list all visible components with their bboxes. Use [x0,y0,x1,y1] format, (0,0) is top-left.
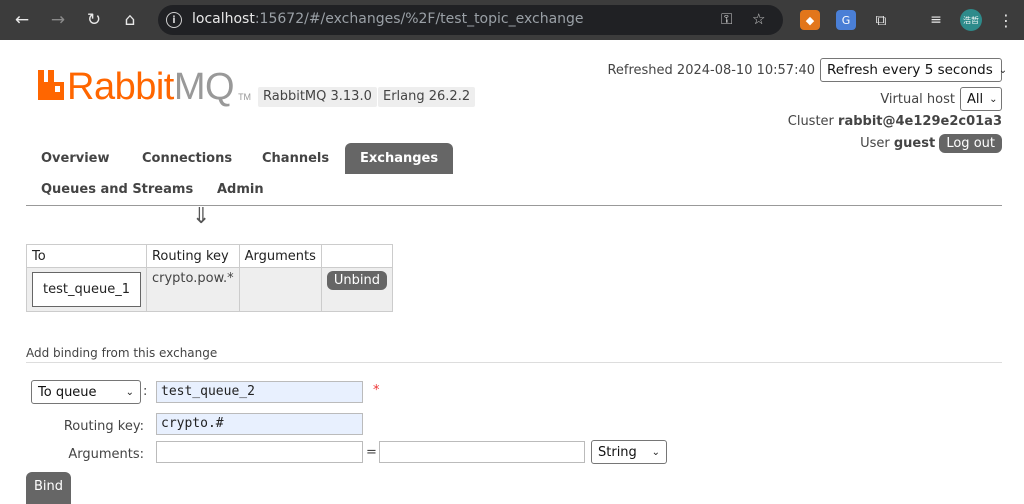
refresh-row: Refreshed 2024-08-10 10:57:40 Refresh ev… [607,58,1007,82]
address-bar[interactable]: i localhost:15672/#/exchanges/%2F/test_t… [158,5,783,35]
table-header-row: To Routing key Arguments [26,244,394,268]
reading-list-icon[interactable]: ≡ [926,10,946,30]
bindings-down-arrow-icon: ⇓ [192,204,211,229]
argument-type-select[interactable]: String ⌄ [591,440,667,464]
virtual-host-label: Virtual host [880,91,955,107]
logo-trademark: TM [238,92,252,102]
unbind-button[interactable]: Unbind [326,271,388,290]
tab-channels[interactable]: Channels [262,151,329,166]
password-key-icon[interactable]: ⚿ [721,10,732,28]
rabbitmq-version-badge: RabbitMQ 3.13.0 [258,87,377,107]
column-header-actions [320,244,394,268]
vhost-row: Virtual host All ⌄ [880,87,1002,111]
user-name: guest [893,136,936,151]
tab-admin[interactable]: Admin [217,182,264,197]
forward-icon[interactable]: → [44,6,72,34]
user-row: User guest Log out [860,134,1002,153]
tabs-divider [26,205,1002,206]
cluster-row: Cluster rabbit@4e129e2c01a3 [788,114,1002,129]
extensions-puzzle-icon[interactable]: ⧉ [871,10,891,30]
binding-destination-cell: test_queue_1 [26,267,147,312]
tab-exchanges[interactable]: Exchanges [345,143,454,174]
column-header-routing-key: Routing key [145,244,240,268]
browser-toolbar: ← → ↻ ⌂ i localhost:15672/#/exchanges/%2… [0,0,1024,40]
bindings-table: To Routing key Arguments test_queue_1 cr… [26,244,394,312]
argument-value-input[interactable] [379,441,585,463]
logo-wordmark: RabbitMQ [67,66,235,108]
column-header-to: To [26,244,147,268]
site-info-icon[interactable]: i [166,12,182,28]
erlang-version-badge: Erlang 26.2.2 [378,87,476,107]
required-marker: * [373,383,380,398]
refreshed-timestamp: Refreshed 2024-08-10 10:57:40 [607,62,815,78]
routing-key-label: Routing key: [63,419,144,434]
chevron-down-icon: ⌄ [125,386,134,398]
arguments-label: Arguments: [68,447,144,462]
virtual-host-select[interactable]: All ⌄ [960,87,1002,111]
profile-avatar[interactable]: 浩哲 [960,9,982,31]
binding-destination-link[interactable]: test_queue_1 [32,272,141,307]
user-label: User [860,136,890,151]
rabbitmq-logo[interactable]: RabbitMQ TM [38,68,251,106]
binding-routing-key: crypto.pow.* [145,267,240,312]
destination-type-select[interactable]: To queue ⌄ [31,380,141,404]
chevron-down-icon: ⌄ [998,64,1008,76]
home-icon[interactable]: ⌂ [116,6,144,34]
table-row: test_queue_1 crypto.pow.* Unbind [26,267,394,312]
translate-extension-icon[interactable]: G [836,10,856,30]
reload-icon[interactable]: ↻ [80,6,108,34]
tab-queues-and-streams[interactable]: Queues and Streams [41,182,193,197]
metamask-extension-icon[interactable]: ◆ [800,10,820,30]
cluster-label: Cluster [787,114,834,129]
back-icon[interactable]: ← [8,6,36,34]
cluster-name: rabbit@4e129e2c01a3 [838,114,1002,129]
chevron-down-icon: ⌄ [989,93,998,105]
logout-button[interactable]: Log out [939,134,1002,153]
browser-menu-icon[interactable]: ⋮ [996,10,1016,30]
tab-overview[interactable]: Overview [41,151,110,166]
add-binding-divider [26,362,1002,363]
routing-key-input[interactable]: crypto.# [156,413,363,435]
bind-button[interactable]: Bind [26,472,72,504]
destination-name-input[interactable]: test_queue_2 [156,381,363,403]
refresh-interval-select[interactable]: Refresh every 5 seconds ⌄ [820,58,1007,82]
rabbit-logo-icon [38,68,64,102]
destination-colon: : [143,384,148,399]
argument-equals-sign: = [366,445,377,460]
binding-arguments [238,267,322,312]
argument-key-input[interactable] [156,441,363,463]
binding-action-cell: Unbind [320,267,394,312]
add-binding-title: Add binding from this exchange [26,346,218,360]
column-header-arguments: Arguments [238,244,322,268]
chevron-down-icon: ⌄ [651,446,660,458]
url-text[interactable]: localhost:15672/#/exchanges/%2F/test_top… [192,11,584,27]
bookmark-star-icon[interactable]: ☆ [752,10,765,28]
tab-connections[interactable]: Connections [142,151,232,166]
